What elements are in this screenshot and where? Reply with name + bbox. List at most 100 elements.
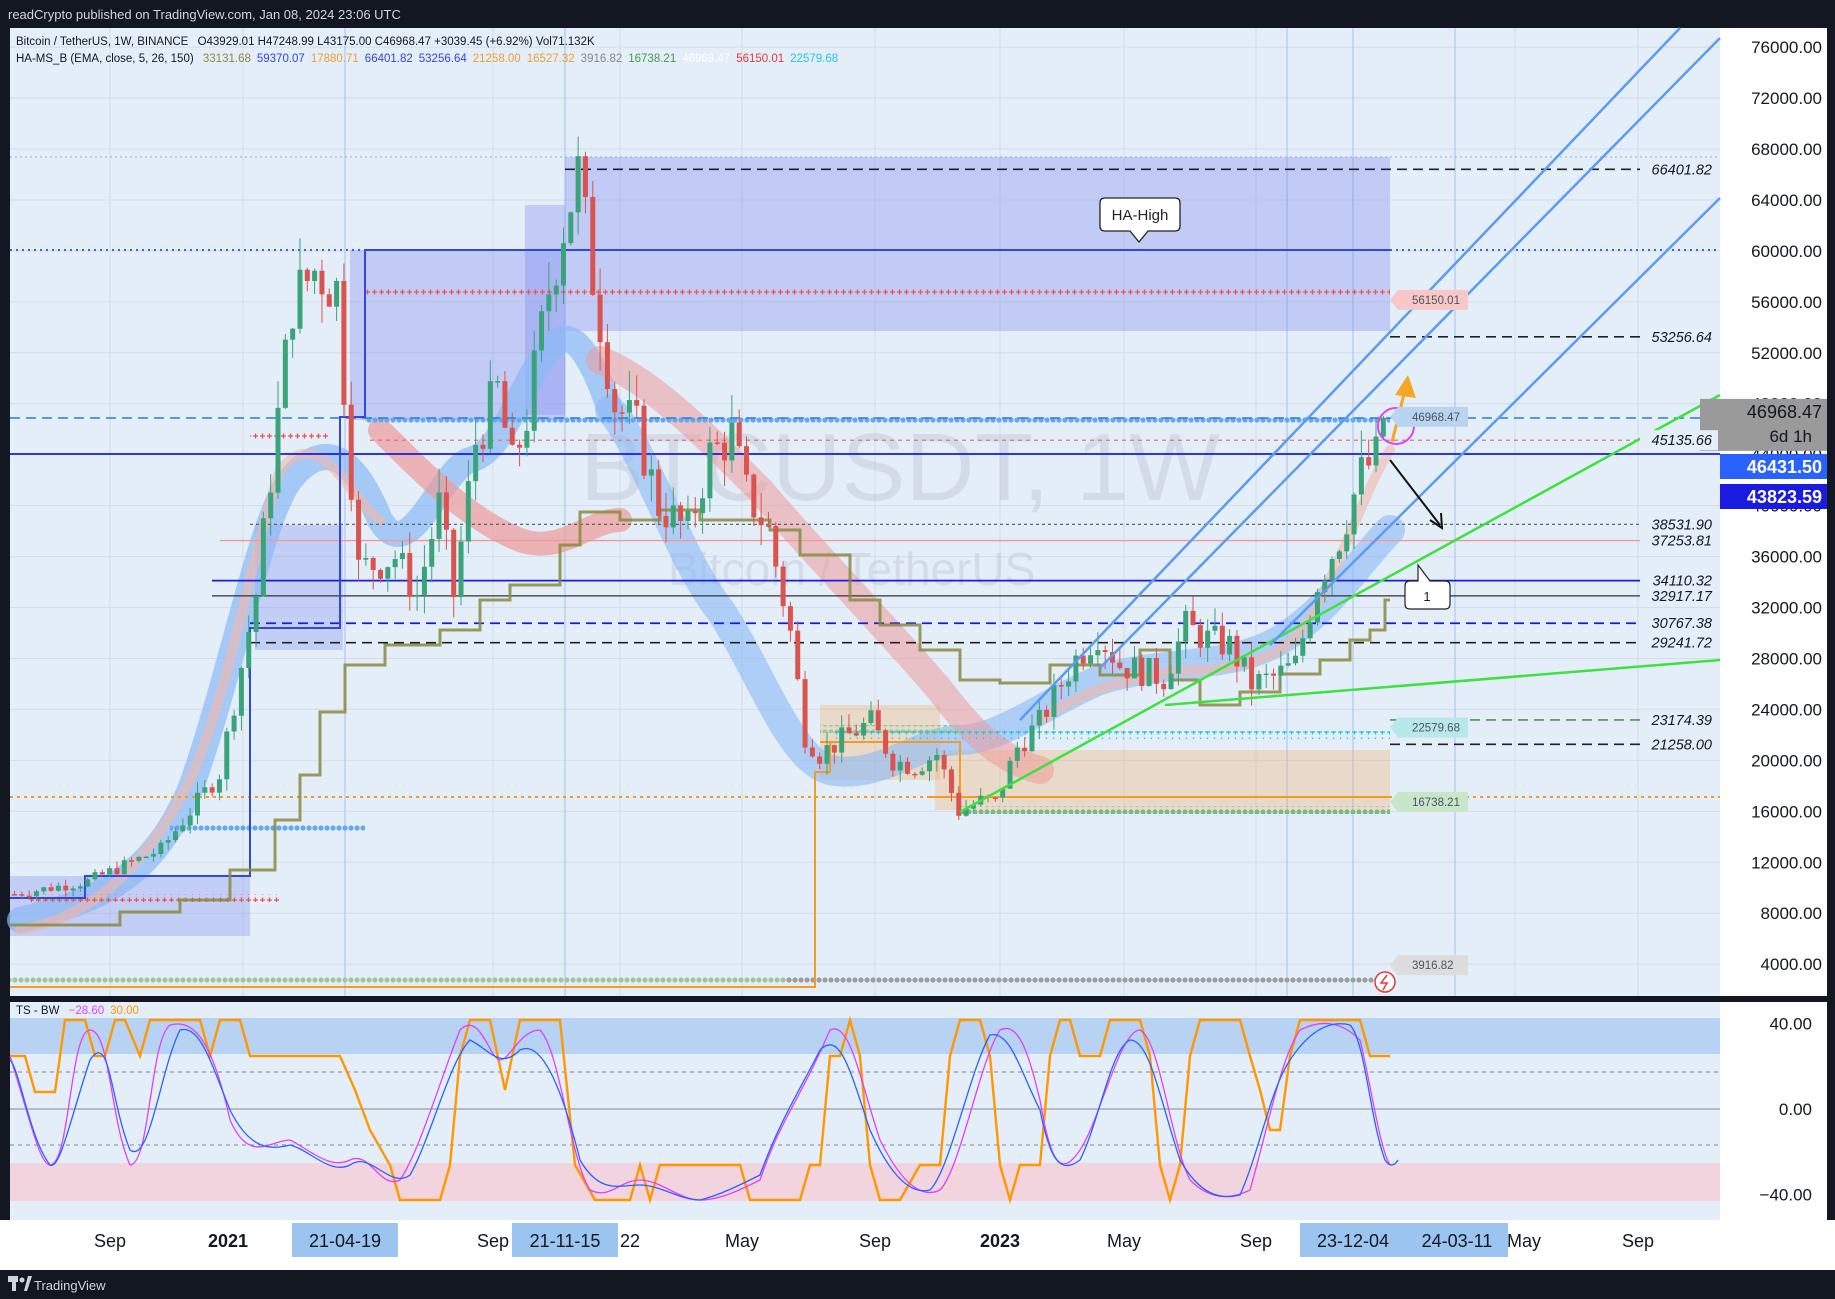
candle-body xyxy=(70,888,76,891)
indicator-value: 17880.71 xyxy=(311,53,359,65)
x-label-may-2024: May xyxy=(1507,1231,1541,1251)
candle-body xyxy=(1124,668,1130,679)
candle-body xyxy=(275,407,281,493)
candle-body xyxy=(1014,747,1020,761)
candle-body xyxy=(992,797,998,799)
candle-body xyxy=(63,885,69,891)
candle-body xyxy=(1139,657,1145,687)
indicator-value: 66401.82 xyxy=(365,53,413,65)
candle-body xyxy=(1241,657,1247,667)
candle-body xyxy=(824,745,830,764)
candle-body xyxy=(1307,622,1313,639)
svg-text:TS - BW −28.6030.00: TS - BW −28.60 30.00 xyxy=(16,1005,139,1017)
candle-body xyxy=(1336,551,1342,559)
oscillator-value: −28.60 xyxy=(69,1005,105,1017)
candle-body xyxy=(707,442,713,499)
candle-body xyxy=(334,281,340,307)
candle-body xyxy=(297,269,303,329)
candle-body xyxy=(312,270,318,282)
overbought-zone xyxy=(10,1018,1720,1054)
candle-body xyxy=(780,566,786,607)
candle-body xyxy=(1293,655,1298,664)
candle-body xyxy=(326,294,332,307)
candle-body xyxy=(26,895,32,898)
candle-body xyxy=(378,569,383,579)
candle-body xyxy=(202,787,208,793)
candle-body xyxy=(1168,673,1174,690)
candle-body xyxy=(41,887,47,892)
trading-chart[interactable]: readCrypto published on TradingView.com,… xyxy=(0,0,1835,1299)
candle-body xyxy=(685,510,691,521)
candle-body xyxy=(597,294,603,343)
level-label: 37253.81 xyxy=(1652,534,1712,550)
candle-body xyxy=(480,444,486,449)
candle-body xyxy=(802,679,808,748)
candle-body xyxy=(458,541,464,598)
y-tick-label: 56000.00 xyxy=(1751,293,1822,312)
candle-body xyxy=(173,831,179,841)
x-label-date-1: 21-04-19 xyxy=(309,1231,381,1251)
candle-body xyxy=(524,430,530,448)
candle-body xyxy=(831,745,837,753)
oscillator-value: 30.00 xyxy=(110,1005,139,1017)
candle-body xyxy=(1153,657,1159,684)
candle-body xyxy=(319,270,325,295)
candle-body xyxy=(19,894,25,896)
candle-body xyxy=(136,856,142,861)
y-tick-label: 36000.00 xyxy=(1751,548,1822,567)
candle-body xyxy=(1300,638,1306,656)
indicator-value: 16527.32 xyxy=(527,53,575,65)
pane-separator[interactable] xyxy=(0,996,1835,1002)
candle-body xyxy=(180,825,186,832)
candle-body xyxy=(1161,683,1167,690)
candle-body xyxy=(253,595,259,632)
x-label-sep-2021: Sep xyxy=(477,1231,509,1251)
level-label: 53256.64 xyxy=(1652,330,1712,346)
oversold-zone xyxy=(10,1163,1720,1201)
level-tag-text: 22579.68 xyxy=(1412,723,1460,735)
candle-body xyxy=(195,792,200,816)
candle-body xyxy=(1271,673,1277,676)
candle-body xyxy=(678,505,684,521)
candle-body xyxy=(465,481,471,542)
candle-body xyxy=(846,727,852,734)
candle-body xyxy=(282,339,288,408)
level-label: 30767.38 xyxy=(1652,616,1712,632)
candle-body xyxy=(238,667,244,716)
indicator-value: 3916.82 xyxy=(581,53,623,65)
candle-body xyxy=(143,856,149,859)
indicator-value: 46968.47 xyxy=(682,53,730,65)
candle-body xyxy=(1029,725,1035,752)
candle-body xyxy=(12,894,17,896)
candle-body xyxy=(1197,625,1203,648)
candle-body xyxy=(1066,681,1072,687)
oscillator-pane[interactable]: 40.00 0.00 −40.00 xyxy=(9,1002,1827,1220)
candle-body xyxy=(224,731,230,780)
level-tag-text: 46968.47 xyxy=(1412,412,1460,424)
candle-body xyxy=(714,442,720,444)
y-tick-label: 76000.00 xyxy=(1751,38,1822,57)
indicator-value: 56150.01 xyxy=(736,53,784,65)
y-tick-label: 60000.00 xyxy=(1751,242,1822,261)
candle-body xyxy=(260,518,266,596)
time-axis[interactable]: Sep 2021 21-04-19 Sep 21-11-15 22 May Se… xyxy=(0,1220,1835,1270)
candle-body xyxy=(92,872,98,880)
symbol-legend: Bitcoin / TetherUS, 1W, BINANCE O43929.0… xyxy=(16,36,595,48)
candle-body xyxy=(1117,662,1123,669)
candle-body xyxy=(1183,610,1189,642)
indicator-value: 16738.21 xyxy=(628,53,676,65)
candle-body xyxy=(187,815,193,826)
candle-body xyxy=(575,156,581,213)
indicator-legend: HA-MS_B (EMA, close, 5, 26, 150) 33131.6… xyxy=(16,53,838,65)
candle-body xyxy=(927,760,932,772)
y-tick-label: 24000.00 xyxy=(1751,700,1822,719)
svg-text:HA-MS_B (EMA, close, 5, 26, 15: HA-MS_B (EMA, close, 5, 26, 150) 33131.6… xyxy=(16,53,838,65)
candle-body xyxy=(392,559,398,568)
x-label-2021: 2021 xyxy=(208,1231,248,1251)
indicator-name: HA-MS_B (EMA, close, 5, 26, 150) xyxy=(16,53,194,65)
x-label-sep-2023: Sep xyxy=(1240,1231,1272,1251)
candle-body xyxy=(99,872,105,875)
candle-body xyxy=(1366,457,1372,466)
candle-body xyxy=(1351,494,1357,535)
candle-body xyxy=(290,328,296,340)
